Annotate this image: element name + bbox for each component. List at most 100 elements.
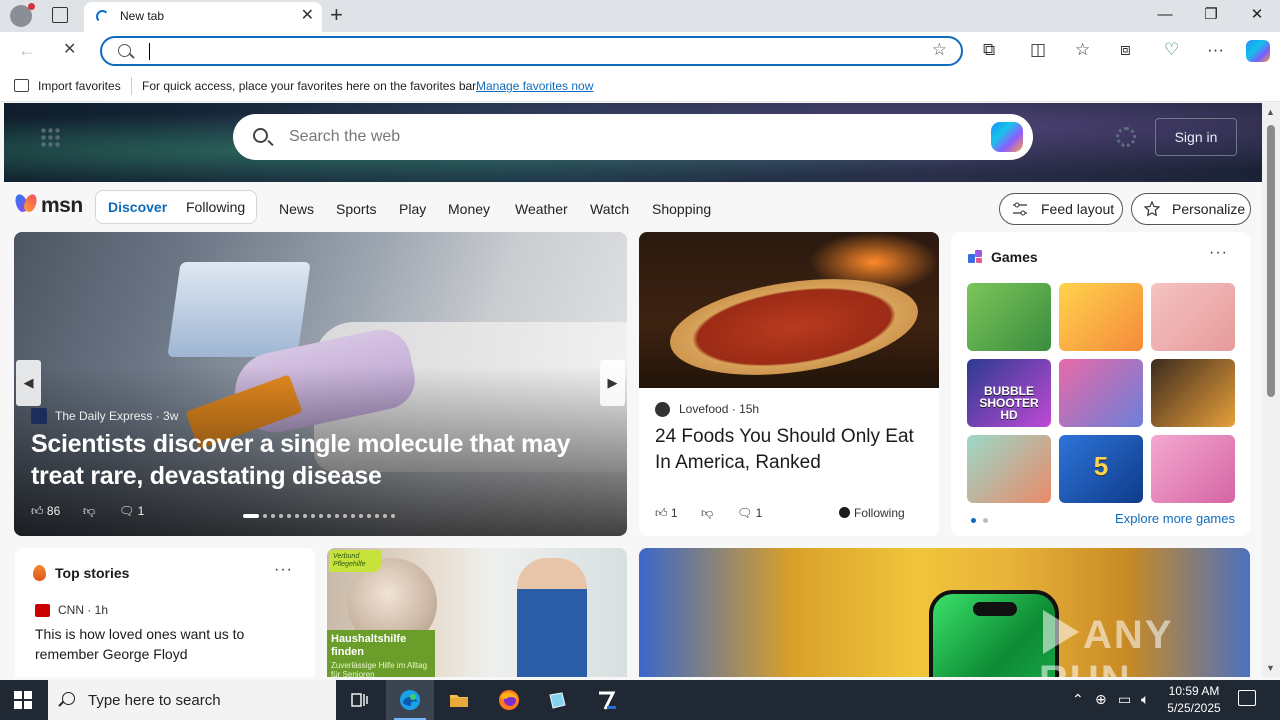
- game-tile-princess[interactable]: [1151, 435, 1235, 503]
- nav-play[interactable]: Play: [399, 201, 426, 217]
- comment-button[interactable]: 🗨︎ 1: [737, 506, 762, 520]
- task-view-icon[interactable]: [336, 680, 384, 720]
- phone-story-card[interactable]: ANY RUN: [639, 548, 1250, 677]
- new-tab-button[interactable]: +: [330, 2, 343, 28]
- game-tile-cupcake[interactable]: [1059, 283, 1143, 351]
- tab-discover[interactable]: Discover: [108, 199, 167, 215]
- game-tile-dressup[interactable]: [1151, 283, 1235, 351]
- show-hidden-icons-icon[interactable]: ⌃: [1072, 691, 1084, 708]
- volume-icon[interactable]: 🔈︎: [1141, 691, 1149, 708]
- hero-story-card[interactable]: ◀ ▶ The Daily Express · 3w Scientists di…: [14, 232, 627, 536]
- minimize-button[interactable]: —: [1142, 4, 1188, 26]
- tab-actions-icon[interactable]: [52, 7, 68, 23]
- import-favorites-button[interactable]: Import favorites: [38, 79, 121, 93]
- game-tile-makeup[interactable]: [1059, 359, 1143, 427]
- settings-gear-icon[interactable]: [1116, 127, 1136, 147]
- nav-shopping[interactable]: Shopping: [652, 201, 711, 217]
- favorites-icon[interactable]: ☆: [1075, 40, 1090, 60]
- carousel-dot[interactable]: [311, 514, 315, 518]
- game-tile-hospital[interactable]: [967, 435, 1051, 503]
- stop-loading-button[interactable]: ✕: [63, 39, 76, 61]
- game-tile-adventure[interactable]: [1151, 359, 1235, 427]
- favorite-star-icon[interactable]: ☆: [932, 40, 947, 60]
- windows-start-icon[interactable]: [14, 691, 32, 709]
- carousel-dot[interactable]: [391, 514, 395, 518]
- carousel-dot[interactable]: [351, 514, 355, 518]
- comment-button[interactable]: 🗨︎ 1: [119, 504, 144, 518]
- scroll-down-icon[interactable]: ▼: [1266, 663, 1275, 673]
- more-options-icon[interactable]: ···: [274, 561, 293, 579]
- carousel-next-button[interactable]: ▶: [600, 360, 625, 406]
- carousel-dot[interactable]: [359, 514, 363, 518]
- browser-essentials-icon[interactable]: ♡: [1164, 40, 1179, 60]
- defender-icon[interactable]: ⊕: [1095, 691, 1107, 708]
- nav-weather[interactable]: Weather: [515, 201, 568, 217]
- notepad-icon[interactable]: [533, 680, 581, 720]
- dislike-button[interactable]: 👎︎: [701, 506, 713, 521]
- sign-in-button[interactable]: Sign in: [1155, 118, 1237, 156]
- game-tile-fish[interactable]: 5: [1059, 435, 1143, 503]
- carousel-dot[interactable]: [303, 514, 307, 518]
- profile-avatar-icon[interactable]: [10, 3, 35, 27]
- story-source[interactable]: CNN · 1h: [58, 603, 108, 617]
- restore-button[interactable]: ❐: [1188, 4, 1234, 26]
- carousel-dot[interactable]: [383, 514, 387, 518]
- collections-icon[interactable]: ⧈: [1120, 40, 1131, 60]
- window-close-button[interactable]: ✕: [1234, 4, 1280, 26]
- like-button[interactable]: 👍︎ 86: [31, 504, 60, 519]
- apps-grid-icon[interactable]: [40, 127, 60, 147]
- more-options-icon[interactable]: ···: [1209, 244, 1228, 262]
- nav-money[interactable]: Money: [448, 201, 490, 217]
- split-screen-icon[interactable]: ◫: [1030, 40, 1046, 60]
- carousel-dot[interactable]: [271, 514, 275, 518]
- following-badge[interactable]: Following: [839, 506, 905, 520]
- side-story-card[interactable]: Lovefood · 15h 24 Foods You Should Only …: [639, 232, 939, 536]
- game-tile-bubble-shooter[interactable]: BUBBLE SHOOTER HD: [967, 359, 1051, 427]
- ad-card[interactable]: Verbund Pflegehilfe Haushaltshilfe finde…: [327, 548, 627, 677]
- page-scrollbar[interactable]: ▲ ▼: [1262, 103, 1280, 677]
- game-tile-puzzle[interactable]: [967, 283, 1051, 351]
- web-search-box[interactable]: Search the web: [233, 114, 1033, 160]
- extensions-icon[interactable]: ⧉: [983, 40, 995, 60]
- story-headline[interactable]: 24 Foods You Should Only Eat In America,…: [655, 424, 925, 476]
- carousel-dot[interactable]: [287, 514, 291, 518]
- carousel-dot[interactable]: [243, 514, 259, 518]
- copilot-icon[interactable]: [991, 122, 1023, 152]
- system-clock[interactable]: 10:59 AM 5/25/2025: [1160, 683, 1228, 717]
- personalize-button[interactable]: Personalize: [1131, 193, 1251, 225]
- carousel-dot[interactable]: [263, 514, 267, 518]
- firefox-icon[interactable]: [485, 680, 533, 720]
- carousel-prev-button[interactable]: ◀: [16, 360, 41, 406]
- scroll-thumb[interactable]: [1267, 125, 1275, 397]
- like-button[interactable]: 👍︎ 1: [655, 506, 678, 521]
- taskbar-search[interactable]: Type here to search: [48, 680, 336, 720]
- copilot-icon[interactable]: [1246, 40, 1270, 62]
- story-headline[interactable]: This is how loved ones want us to rememb…: [35, 624, 297, 664]
- pager-dot[interactable]: [983, 518, 988, 523]
- file-explorer-icon[interactable]: [435, 680, 483, 720]
- story-source[interactable]: The Daily Express · 3w: [55, 409, 178, 423]
- carousel-dot[interactable]: [279, 514, 283, 518]
- manage-favorites-link[interactable]: Manage favorites now: [476, 79, 593, 93]
- feed-layout-button[interactable]: Feed layout: [999, 193, 1123, 225]
- dislike-button[interactable]: 👎︎: [83, 504, 95, 519]
- nav-sports[interactable]: Sports: [336, 201, 376, 217]
- 7zip-icon[interactable]: [583, 680, 631, 720]
- carousel-dot[interactable]: [295, 514, 299, 518]
- back-button[interactable]: ←: [18, 39, 36, 61]
- story-source[interactable]: Lovefood · 15h: [679, 402, 759, 416]
- story-headline[interactable]: Scientists discover a single molecule th…: [31, 428, 611, 492]
- nav-news[interactable]: News: [279, 201, 314, 217]
- tab-close-icon[interactable]: ✕: [301, 6, 314, 26]
- carousel-dot[interactable]: [319, 514, 323, 518]
- carousel-dot[interactable]: [327, 514, 331, 518]
- network-icon[interactable]: ▭: [1118, 691, 1131, 708]
- pager-dot-active[interactable]: [971, 518, 976, 523]
- more-icon[interactable]: ···: [1207, 40, 1224, 60]
- tab-new-tab[interactable]: New tab ✕: [84, 2, 322, 32]
- carousel-dot[interactable]: [343, 514, 347, 518]
- explore-more-games-link[interactable]: Explore more games: [1115, 511, 1235, 526]
- scroll-up-icon[interactable]: ▲: [1266, 107, 1275, 117]
- carousel-dot[interactable]: [335, 514, 339, 518]
- address-bar[interactable]: ☆: [100, 36, 963, 66]
